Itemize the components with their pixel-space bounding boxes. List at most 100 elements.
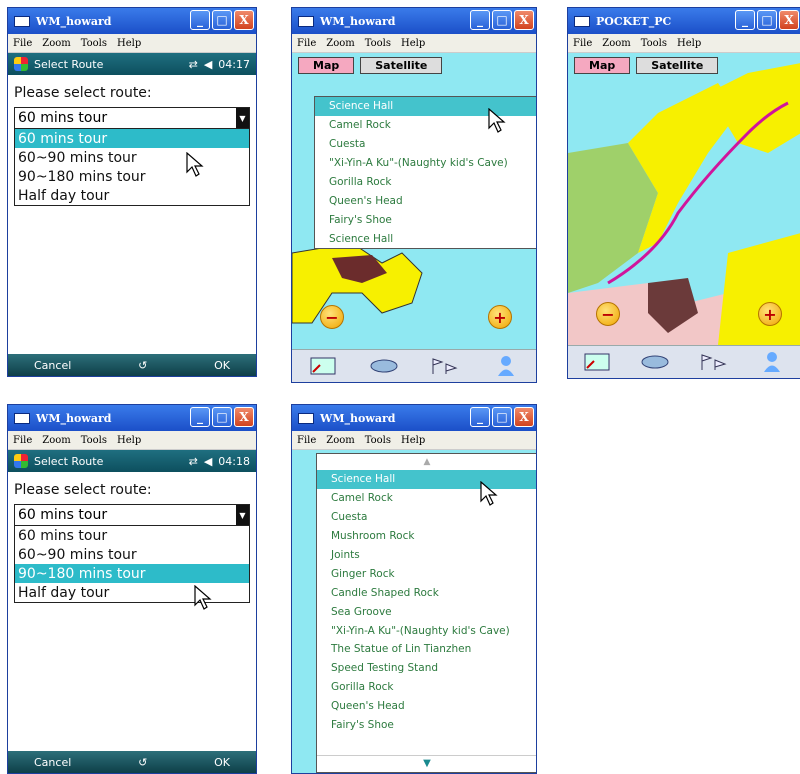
- zoom-in-button[interactable]: +: [758, 302, 782, 326]
- close-button[interactable]: X: [234, 10, 254, 30]
- poi-item[interactable]: Mushroom Rock: [317, 527, 536, 546]
- cancel-softkey[interactable]: Cancel: [34, 359, 71, 372]
- start-flag-icon[interactable]: [14, 57, 28, 71]
- satellite-button[interactable]: Satellite: [360, 57, 443, 74]
- route-option[interactable]: Half day tour: [15, 186, 249, 205]
- route-combo[interactable]: 60 mins tour ▼: [14, 107, 250, 129]
- menu-tools[interactable]: Tools: [365, 435, 391, 446]
- maximize-button[interactable]: □: [212, 407, 232, 427]
- menu-tools[interactable]: Tools: [641, 38, 667, 49]
- poi-item[interactable]: Joints: [317, 546, 536, 565]
- minimize-button[interactable]: _: [190, 407, 210, 427]
- poi-item[interactable]: Queen's Head: [317, 697, 536, 716]
- minimize-button[interactable]: _: [470, 10, 490, 30]
- menu-help[interactable]: Help: [401, 435, 425, 446]
- route-option[interactable]: 60 mins tour: [15, 129, 249, 148]
- zoom-out-button[interactable]: −: [320, 305, 344, 329]
- close-button[interactable]: X: [779, 10, 799, 30]
- poi-item[interactable]: Cuesta: [317, 508, 536, 527]
- menu-help[interactable]: Help: [117, 38, 141, 49]
- map-view[interactable]: Map Satellite: [568, 53, 800, 345]
- menu-file[interactable]: File: [13, 38, 32, 49]
- route-option[interactable]: 90~180 mins tour: [15, 167, 249, 186]
- poi-item[interactable]: "Xi-Yin-A Ku"-(Naughty kid's Cave): [315, 154, 536, 173]
- zoom-out-button[interactable]: −: [596, 302, 620, 326]
- ok-softkey[interactable]: OK: [214, 359, 230, 372]
- minimize-button[interactable]: _: [190, 10, 210, 30]
- close-button[interactable]: X: [514, 407, 534, 427]
- poi-item[interactable]: Camel Rock: [317, 489, 536, 508]
- poi-item[interactable]: "Xi-Yin-A Ku"-(Naughty kid's Cave): [317, 621, 536, 640]
- satellite-icon[interactable]: [367, 355, 401, 377]
- maximize-button[interactable]: □: [492, 407, 512, 427]
- close-button[interactable]: X: [234, 407, 254, 427]
- poi-item[interactable]: Gorilla Rock: [315, 173, 536, 192]
- poi-item[interactable]: Candle Shaped Rock: [317, 583, 536, 602]
- window-icon[interactable]: [306, 355, 340, 377]
- route-flags-icon[interactable]: [697, 351, 731, 373]
- cancel-softkey[interactable]: Cancel: [34, 756, 71, 769]
- poi-item[interactable]: Queen's Head: [315, 191, 536, 210]
- scroll-up-icon[interactable]: ▲: [317, 454, 536, 470]
- poi-item[interactable]: Cuesta: [315, 135, 536, 154]
- menu-zoom[interactable]: Zoom: [42, 435, 70, 446]
- maximize-button[interactable]: □: [212, 10, 232, 30]
- route-option[interactable]: 60~90 mins tour: [15, 545, 249, 564]
- menu-file[interactable]: File: [13, 435, 32, 446]
- dropdown-arrow-icon[interactable]: ▼: [236, 108, 249, 128]
- close-button[interactable]: X: [514, 10, 534, 30]
- menu-tools[interactable]: Tools: [365, 38, 391, 49]
- route-combo[interactable]: 60 mins tour ▼: [14, 504, 250, 526]
- person-icon[interactable]: [755, 351, 789, 373]
- dropdown-arrow-icon[interactable]: ▼: [236, 505, 249, 525]
- maximize-button[interactable]: □: [492, 10, 512, 30]
- satellite-button[interactable]: Satellite: [636, 57, 719, 74]
- title-bar[interactable]: WM_howard _ □ X: [8, 405, 256, 431]
- menu-help[interactable]: Help: [401, 38, 425, 49]
- menu-file[interactable]: File: [297, 435, 316, 446]
- back-icon[interactable]: ↺: [138, 756, 147, 769]
- menu-file[interactable]: File: [297, 38, 316, 49]
- start-flag-icon[interactable]: [14, 454, 28, 468]
- menu-zoom[interactable]: Zoom: [326, 38, 354, 49]
- minimize-button[interactable]: _: [735, 10, 755, 30]
- person-icon[interactable]: [489, 355, 523, 377]
- poi-item[interactable]: Fairy's Shoe: [315, 210, 536, 229]
- route-option[interactable]: 60~90 mins tour: [15, 148, 249, 167]
- menu-help[interactable]: Help: [677, 38, 701, 49]
- route-options-list: 60 mins tour 60~90 mins tour 90~180 mins…: [14, 129, 250, 206]
- menu-help[interactable]: Help: [117, 435, 141, 446]
- poi-item[interactable]: Speed Testing Stand: [317, 659, 536, 678]
- menu-tools[interactable]: Tools: [81, 435, 107, 446]
- title-bar[interactable]: WM_howard _ □ X: [292, 8, 536, 34]
- poi-item[interactable]: Gorilla Rock: [317, 678, 536, 697]
- poi-item[interactable]: Fairy's Shoe: [317, 716, 536, 735]
- zoom-in-button[interactable]: +: [488, 305, 512, 329]
- route-option[interactable]: 60 mins tour: [15, 526, 249, 545]
- menu-tools[interactable]: Tools: [81, 38, 107, 49]
- menu-zoom[interactable]: Zoom: [42, 38, 70, 49]
- scroll-down-icon[interactable]: ▼: [317, 755, 536, 770]
- window-icon[interactable]: [580, 351, 614, 373]
- title-bar[interactable]: WM_howard _ □ X: [8, 8, 256, 34]
- poi-item[interactable]: Sea Groove: [317, 602, 536, 621]
- title-bar[interactable]: WM_howard _ □ X: [292, 405, 536, 431]
- back-icon[interactable]: ↺: [138, 359, 147, 372]
- ok-softkey[interactable]: OK: [214, 756, 230, 769]
- menu-file[interactable]: File: [573, 38, 592, 49]
- route-flags-icon[interactable]: [428, 355, 462, 377]
- map-button[interactable]: Map: [298, 57, 355, 74]
- minimize-button[interactable]: _: [470, 407, 490, 427]
- route-option[interactable]: 90~180 mins tour: [15, 564, 249, 583]
- poi-item[interactable]: Ginger Rock: [317, 564, 536, 583]
- maximize-button[interactable]: □: [757, 10, 777, 30]
- map-button[interactable]: Map: [574, 57, 631, 74]
- menu-zoom[interactable]: Zoom: [326, 435, 354, 446]
- satellite-icon[interactable]: [638, 351, 672, 373]
- menu-zoom[interactable]: Zoom: [602, 38, 630, 49]
- title-bar[interactable]: POCKET_PC _ □ X: [568, 8, 800, 34]
- poi-item[interactable]: The Statue of Lin Tianzhen: [317, 640, 536, 659]
- poi-item[interactable]: Science Hall: [317, 470, 536, 489]
- poi-item[interactable]: Science Hall: [315, 229, 536, 248]
- route-option[interactable]: Half day tour: [15, 583, 249, 602]
